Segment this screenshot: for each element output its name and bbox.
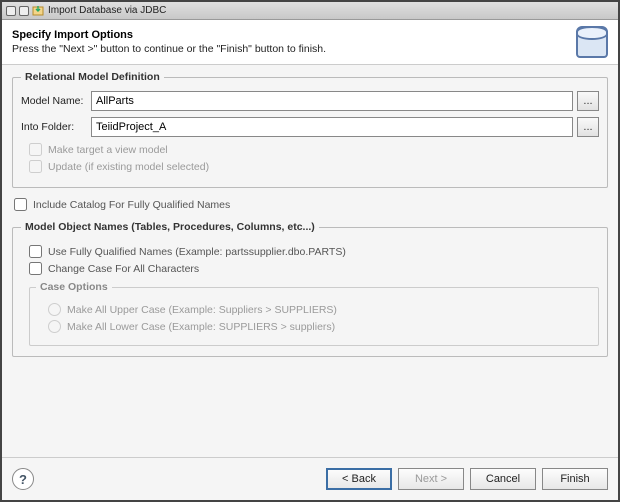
window-control-2[interactable] <box>19 6 29 16</box>
label-model-name: Model Name: <box>21 95 91 107</box>
label-include-catalog: Include Catalog For Fully Qualified Name… <box>33 199 230 211</box>
change-case-checkbox[interactable] <box>29 262 42 275</box>
into-folder-input[interactable] <box>91 117 573 137</box>
lower-case-radio <box>48 320 61 333</box>
label-into-folder: Into Folder: <box>21 121 91 133</box>
page-title: Specify Import Options <box>12 29 568 41</box>
make-view-checkbox <box>29 143 42 156</box>
wizard-header: Specify Import Options Press the "Next >… <box>2 20 618 65</box>
upper-case-radio <box>48 303 61 316</box>
case-options-legend: Case Options <box>36 281 112 293</box>
wizard-body: Relational Model Definition Model Name: … <box>2 65 618 457</box>
wizard-footer: ? < Back Next > Cancel Finish <box>2 457 618 500</box>
row-upper-case: Make All Upper Case (Example: Suppliers … <box>48 303 592 316</box>
label-use-fqn: Use Fully Qualified Names (Example: part… <box>48 246 346 258</box>
group-relational-legend: Relational Model Definition <box>21 71 164 83</box>
cancel-button[interactable]: Cancel <box>470 468 536 490</box>
dialog-window: Import Database via JDBC Specify Import … <box>0 0 620 502</box>
group-case-options: Case Options Make All Upper Case (Exampl… <box>29 281 599 346</box>
group-relational-model: Relational Model Definition Model Name: … <box>12 71 608 188</box>
use-fqn-checkbox[interactable] <box>29 245 42 258</box>
row-include-catalog: Include Catalog For Fully Qualified Name… <box>14 198 608 211</box>
group-object-names: Model Object Names (Tables, Procedures, … <box>12 221 608 357</box>
database-icon <box>576 26 608 58</box>
titlebar: Import Database via JDBC <box>2 2 618 20</box>
browse-model-name-button[interactable]: ... <box>577 91 599 111</box>
window-control-1[interactable] <box>6 6 16 16</box>
help-button[interactable]: ? <box>12 468 34 490</box>
page-subtitle: Press the "Next >" button to continue or… <box>12 43 568 55</box>
include-catalog-checkbox[interactable] <box>14 198 27 211</box>
group-object-names-legend: Model Object Names (Tables, Procedures, … <box>21 221 319 233</box>
browse-into-folder-button[interactable]: ... <box>577 117 599 137</box>
row-use-fqn: Use Fully Qualified Names (Example: part… <box>29 245 599 258</box>
label-change-case: Change Case For All Characters <box>48 263 199 275</box>
finish-button[interactable]: Finish <box>542 468 608 490</box>
window-title: Import Database via JDBC <box>48 5 166 16</box>
label-upper-case: Make All Upper Case (Example: Suppliers … <box>67 304 337 316</box>
row-lower-case: Make All Lower Case (Example: SUPPLIERS … <box>48 320 592 333</box>
update-existing-checkbox <box>29 160 42 173</box>
row-into-folder: Into Folder: ... <box>21 117 599 137</box>
model-name-input[interactable] <box>91 91 573 111</box>
label-make-view: Make target a view model <box>48 144 168 156</box>
row-update-existing: Update (if existing model selected) <box>29 160 599 173</box>
import-icon <box>32 5 44 17</box>
label-lower-case: Make All Lower Case (Example: SUPPLIERS … <box>67 321 335 333</box>
row-make-view: Make target a view model <box>29 143 599 156</box>
back-button[interactable]: < Back <box>326 468 392 490</box>
row-model-name: Model Name: ... <box>21 91 599 111</box>
next-button: Next > <box>398 468 464 490</box>
row-change-case: Change Case For All Characters <box>29 262 599 275</box>
label-update-existing: Update (if existing model selected) <box>48 161 209 173</box>
